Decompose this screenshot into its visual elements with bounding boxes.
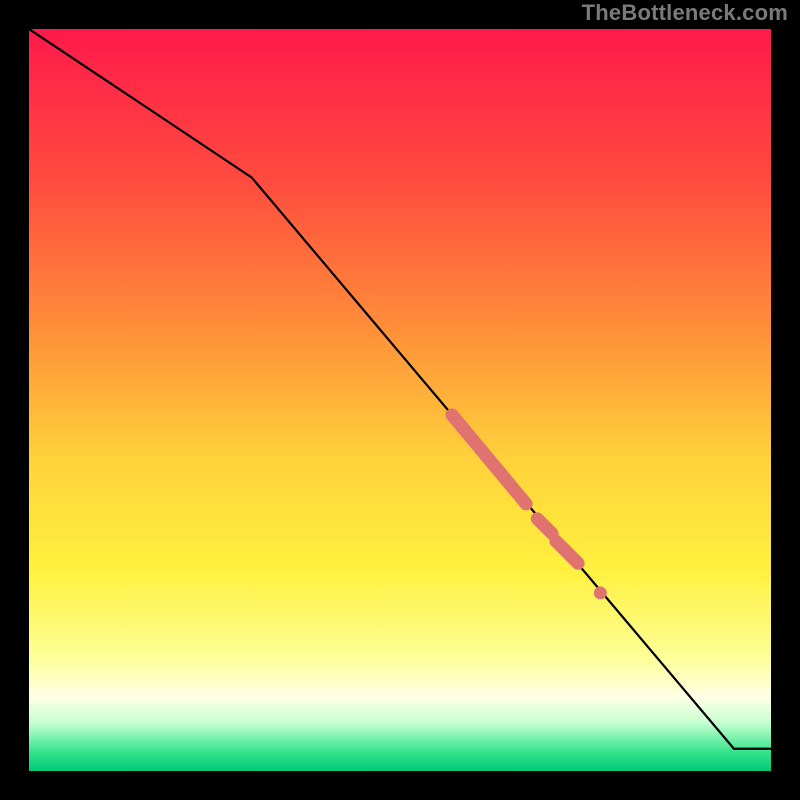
chart-svg (0, 0, 800, 800)
attribution-label: TheBottleneck.com (582, 0, 788, 26)
chart-frame: TheBottleneck.com (0, 0, 800, 800)
